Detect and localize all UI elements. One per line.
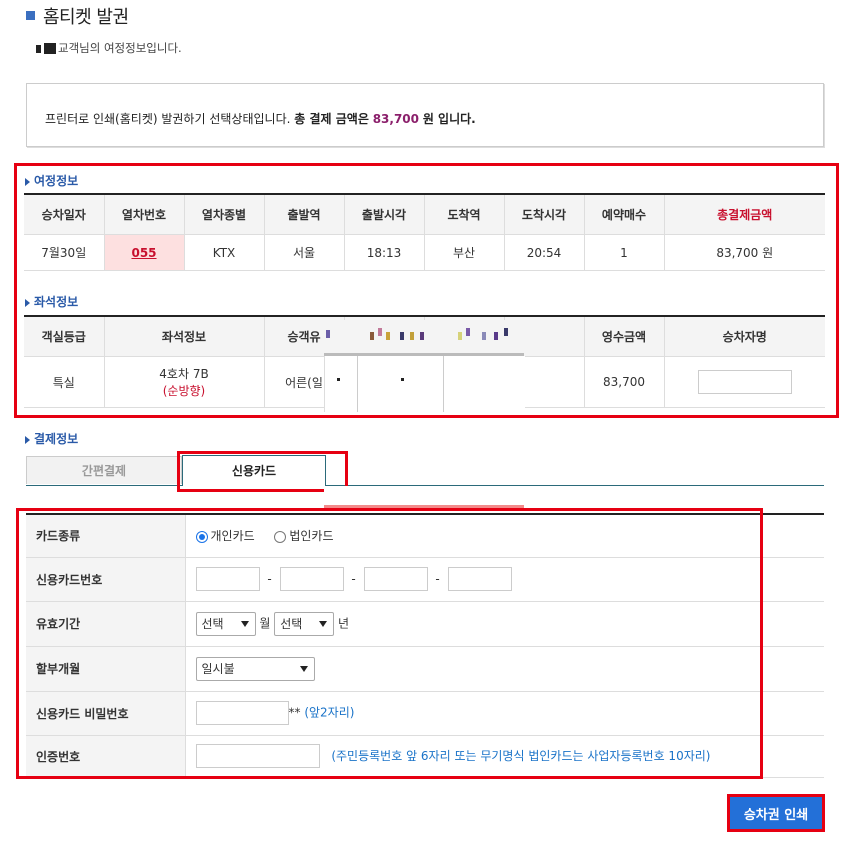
- train-type-cell: KTX: [184, 234, 265, 271]
- installment-cell: 일시불: [185, 646, 824, 692]
- expiry-cell: 선택 월 선택 년: [185, 601, 824, 647]
- card-password-input[interactable]: [195, 701, 289, 725]
- page-title: 홈티켓 발권: [43, 7, 129, 28]
- col-header: 출발역: [264, 193, 345, 235]
- col-header: 열차번호: [104, 193, 185, 235]
- radio-personal-card[interactable]: [195, 530, 208, 543]
- dep-station-cell: 서울: [264, 234, 345, 271]
- expiry-year-select[interactable]: 선택: [274, 611, 335, 636]
- auth-hint: (주민등록번호 앞 6자리 또는 무기명식 법인카드는 사업자등록번호 10자리…: [331, 748, 711, 763]
- arr-time-cell: 20:54: [504, 234, 585, 271]
- greeting: 교객님의 여정정보입니다.: [36, 40, 182, 56]
- title-bullet-icon: [26, 11, 35, 20]
- card-form: 카드종류 개인카드 법인카드 신용카드번호 - - - 유효기간 선택 월 선택…: [26, 513, 824, 778]
- date-cell: 7월30일: [24, 234, 105, 271]
- notice-suffix: 원 입니다.: [422, 112, 476, 126]
- journey-table: 승차일자 열차번호 열차종별 출발역 출발시각 도착역 도착시각 예약매수 총결…: [24, 193, 825, 271]
- password-hint: (앞2자리): [304, 705, 355, 720]
- privacy-mosaic: [324, 356, 525, 412]
- form-row: 할부개월 일시불: [26, 646, 824, 692]
- card-type-cell: 개인카드 법인카드: [185, 513, 824, 558]
- form-row: 인증번호 (주민등록번호 앞 6자리 또는 무기명식 법인카드는 사업자등록번호…: [26, 735, 824, 778]
- auth-cell: (주민등록번호 앞 6자리 또는 무기명식 법인카드는 사업자등록번호 10자리…: [185, 735, 824, 778]
- radio-corporate-card[interactable]: [274, 530, 287, 543]
- col-header: 열차종별: [184, 193, 265, 235]
- installment-label: 할부개월: [26, 646, 186, 692]
- form-row: 카드종류 개인카드 법인카드: [26, 513, 824, 558]
- form-row: 신용카드번호 - - -: [26, 557, 824, 602]
- form-row: 유효기간 선택 월 선택 년: [26, 601, 824, 647]
- journey-section-title: 여정정보: [25, 172, 78, 189]
- card-number-cell: - - -: [185, 557, 824, 602]
- count-cell: 1: [584, 234, 665, 271]
- radio-label[interactable]: 법인카드: [289, 529, 333, 543]
- expiry-label: 유효기간: [26, 601, 186, 647]
- card-number-input-1[interactable]: [195, 567, 260, 591]
- journey-header-row: 승차일자 열차번호 열차종별 출발역 출발시각 도착역 도착시각 예약매수 총결…: [24, 193, 825, 235]
- class-cell: 특실: [24, 356, 105, 408]
- col-header: 승차자명: [664, 315, 825, 357]
- col-header: 출발시각: [344, 193, 425, 235]
- privacy-mosaic: [324, 320, 524, 356]
- password-label: 신용카드 비밀번호: [26, 691, 186, 736]
- arr-station-cell: 부산: [424, 234, 505, 271]
- tab-credit-card[interactable]: 신용카드: [182, 455, 326, 486]
- radio-label[interactable]: 개인카드: [211, 529, 255, 543]
- auth-number-input[interactable]: [195, 744, 320, 768]
- chevron-down-icon: [240, 620, 249, 627]
- password-cell: ** (앞2자리): [185, 691, 824, 736]
- payment-section-title: 결제정보: [25, 430, 78, 447]
- total-cell: 83,700 원: [664, 234, 825, 271]
- notice-amount: 83,700: [372, 112, 420, 126]
- card-number-label: 신용카드번호: [26, 557, 186, 602]
- masked-name-icon: [36, 44, 41, 53]
- expiry-month-select[interactable]: 선택: [195, 611, 256, 636]
- receipt-cell: 83,700: [584, 356, 665, 408]
- triangle-bullet-icon: [25, 435, 30, 444]
- col-header: 총결제금액: [664, 193, 825, 235]
- triangle-bullet-icon: [25, 177, 30, 186]
- auth-label: 인증번호: [26, 735, 186, 778]
- form-row: 신용카드 비밀번호 ** (앞2자리): [26, 691, 824, 736]
- notice-prefix: 프린터로 인쇄(홈티켓) 발권하기 선택상태입니다.: [45, 112, 291, 126]
- table-row: 7월30일 055 KTX 서울 18:13 부산 20:54 1 83,700…: [24, 234, 825, 271]
- notice-bold-label: 총 결제 금액은: [294, 112, 369, 126]
- chevron-down-icon: [299, 665, 308, 672]
- col-header: 승차일자: [24, 193, 105, 235]
- passenger-name-input[interactable]: [697, 370, 792, 394]
- card-type-label: 카드종류: [26, 513, 186, 558]
- triangle-bullet-icon: [25, 298, 30, 307]
- card-number-input-4[interactable]: [447, 567, 512, 591]
- passenger-name-cell: [664, 356, 825, 408]
- tab-simple-pay[interactable]: 간편결제: [26, 456, 182, 484]
- train-no-link[interactable]: 055: [131, 246, 156, 260]
- card-number-input-3[interactable]: [363, 567, 428, 591]
- direction-text: (순방향): [162, 384, 206, 398]
- train-no-cell[interactable]: 055: [104, 234, 185, 271]
- seat-text: 4호차 7B: [159, 367, 209, 381]
- col-header: 예약매수: [584, 193, 665, 235]
- col-header: 도착역: [424, 193, 505, 235]
- card-number-input-2[interactable]: [279, 567, 344, 591]
- print-ticket-button[interactable]: 승차권 인쇄: [727, 794, 825, 832]
- masked-name-icon: [44, 43, 56, 54]
- notice-text: 프린터로 인쇄(홈티켓) 발권하기 선택상태입니다. 총 결제 금액은 83,7…: [45, 110, 476, 127]
- seat-cell: 4호차 7B (순방향): [104, 356, 265, 408]
- dep-time-cell: 18:13: [344, 234, 425, 271]
- col-header: 좌석정보: [104, 315, 265, 357]
- greeting-text: 교객님의 여정정보입니다.: [58, 41, 182, 55]
- col-header: 도착시각: [504, 193, 585, 235]
- chevron-down-icon: [319, 620, 328, 627]
- installment-select[interactable]: 일시불: [195, 656, 315, 681]
- col-header: 객실등급: [24, 315, 105, 357]
- col-header: 영수금액: [584, 315, 665, 357]
- seat-section-title: 좌석정보: [25, 293, 78, 310]
